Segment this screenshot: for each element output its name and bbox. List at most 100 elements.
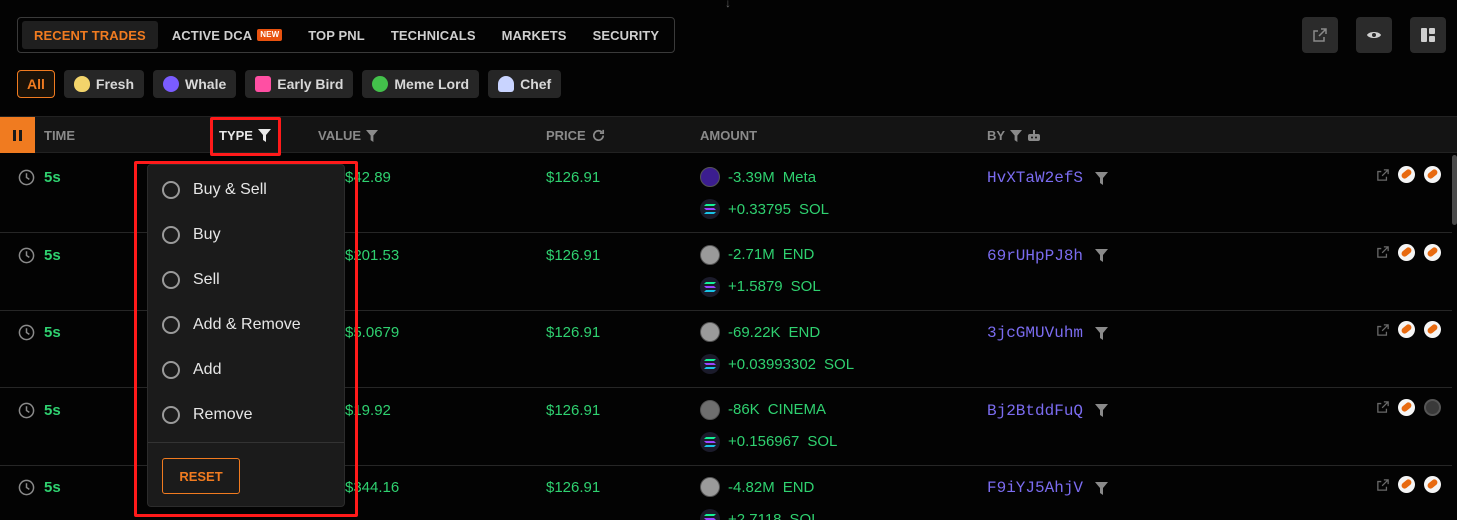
- table-header: TIME TYPE VALUE PRICE AMOUNT BY: [0, 116, 1457, 153]
- clock-icon: [18, 402, 35, 418]
- pill-icon[interactable]: [1398, 166, 1415, 183]
- tab-active-dca[interactable]: ACTIVE DCA NEW: [160, 21, 294, 49]
- layout-button[interactable]: [1410, 17, 1446, 53]
- filter-icon[interactable]: [257, 129, 271, 142]
- scrollbar[interactable]: [1452, 155, 1457, 225]
- whale-icon: [163, 76, 180, 92]
- radio-icon[interactable]: [162, 361, 180, 379]
- trade-price: $126.91: [546, 169, 601, 186]
- clock-icon: [18, 479, 35, 496]
- chip-meme-lord[interactable]: Meme Lord: [362, 70, 480, 98]
- tab-security[interactable]: SECURITY: [581, 21, 672, 49]
- radio-icon[interactable]: [162, 316, 180, 334]
- tab-bar: RECENT TRADES ACTIVE DCA NEW TOP PNL TECH…: [17, 17, 675, 53]
- filter-icon[interactable]: [1095, 249, 1109, 262]
- trade-value: $19.92: [345, 401, 391, 419]
- token-icon: [700, 322, 720, 342]
- chip-whale[interactable]: Whale: [153, 70, 237, 98]
- external-link-icon: [1313, 28, 1327, 42]
- solana-icon: [700, 509, 720, 520]
- radio-icon[interactable]: [162, 406, 180, 424]
- trader-address[interactable]: F9iYJ5AhjV: [987, 479, 1109, 497]
- bird-icon: [255, 76, 272, 92]
- filter-icon[interactable]: [1010, 129, 1023, 142]
- solana-icon: [700, 354, 720, 374]
- visibility-button[interactable]: [1356, 17, 1392, 53]
- pill-icon[interactable]: [1398, 321, 1415, 338]
- header-by[interactable]: BY: [987, 128, 1041, 143]
- trade-value: $42.89: [345, 169, 391, 186]
- radio-icon[interactable]: [162, 271, 180, 289]
- coin-icon[interactable]: [1424, 398, 1441, 416]
- token-amount: -86K CINEMA: [700, 399, 826, 420]
- tab-technicals[interactable]: TECHNICALS: [379, 21, 488, 49]
- header-type[interactable]: TYPE: [219, 128, 271, 143]
- pill-icon[interactable]: [1398, 398, 1415, 416]
- pause-icon: [13, 129, 16, 141]
- reset-button[interactable]: RESET: [162, 458, 240, 494]
- tab-top-pnl[interactable]: TOP PNL: [296, 21, 377, 49]
- token-icon: [700, 167, 720, 187]
- open-external-button[interactable]: [1302, 17, 1338, 53]
- external-link-icon[interactable]: [1377, 478, 1389, 491]
- tab-recent-trades[interactable]: RECENT TRADES: [22, 21, 158, 49]
- option-buy-and-sell[interactable]: Buy & Sell: [162, 181, 267, 199]
- pill-icon[interactable]: [1424, 243, 1441, 261]
- chip-fresh[interactable]: Fresh: [63, 70, 145, 98]
- option-remove[interactable]: Remove: [162, 406, 253, 424]
- bot-icon[interactable]: [1027, 129, 1041, 142]
- option-add[interactable]: Add: [162, 361, 221, 379]
- filter-icon[interactable]: [1095, 326, 1109, 340]
- filter-icon[interactable]: [1095, 171, 1109, 185]
- filter-icon[interactable]: [1095, 404, 1109, 417]
- chef-hat-icon: [498, 76, 515, 92]
- egg-icon: [73, 76, 90, 92]
- trader-address[interactable]: 69rUHpPJ8h: [987, 247, 1109, 265]
- row-actions: [1377, 476, 1441, 493]
- trade-time: 5s: [18, 169, 61, 186]
- type-filter-dropdown: Buy & Sell Buy Sell Add & Remove Add Rem…: [147, 164, 345, 507]
- trader-address[interactable]: 3jcGMUVuhm: [987, 324, 1109, 342]
- option-add-and-remove[interactable]: Add & Remove: [162, 316, 301, 334]
- solana-icon: [700, 431, 720, 452]
- chip-chef[interactable]: Chef: [488, 70, 562, 98]
- scroll-down-arrow-icon: ↓: [725, 0, 731, 10]
- trade-time: 5s: [18, 402, 61, 419]
- radio-icon[interactable]: [162, 226, 180, 244]
- pill-icon[interactable]: [1398, 243, 1415, 261]
- pill-icon[interactable]: [1424, 166, 1441, 183]
- external-link-icon[interactable]: [1377, 246, 1389, 258]
- row-actions: [1377, 321, 1441, 338]
- sol-amount: +0.03993302 SOL: [700, 354, 854, 374]
- sol-amount: +1.5879 SOL: [700, 276, 821, 297]
- pause-button[interactable]: [0, 117, 35, 153]
- trade-price: $126.91: [546, 246, 601, 264]
- external-link-icon[interactable]: [1377, 323, 1389, 336]
- external-link-icon[interactable]: [1377, 168, 1389, 181]
- pill-icon[interactable]: [1424, 321, 1441, 338]
- filter-icon[interactable]: [1095, 481, 1109, 495]
- tab-markets[interactable]: MARKETS: [490, 21, 579, 49]
- refresh-icon[interactable]: [591, 128, 606, 143]
- token-amount: -4.82M END: [700, 477, 814, 497]
- external-link-icon[interactable]: [1377, 401, 1389, 413]
- radio-icon[interactable]: [162, 181, 180, 199]
- layout-icon: [1421, 28, 1435, 42]
- trader-address[interactable]: HvXTaW2efS: [987, 169, 1109, 187]
- pill-icon[interactable]: [1424, 476, 1441, 493]
- trader-address[interactable]: Bj2BtddFuQ: [987, 402, 1109, 420]
- option-buy[interactable]: Buy: [162, 226, 221, 244]
- token-icon: [700, 244, 720, 265]
- token-amount: -3.39M Meta: [700, 167, 816, 187]
- header-price[interactable]: PRICE: [546, 128, 606, 143]
- token-icon: [700, 477, 720, 497]
- trade-value: $201.53: [345, 246, 400, 264]
- option-sell[interactable]: Sell: [162, 271, 220, 289]
- chip-early-bird[interactable]: Early Bird: [245, 70, 354, 98]
- trade-time: 5s: [18, 479, 61, 496]
- filter-icon[interactable]: [366, 129, 379, 142]
- header-value[interactable]: VALUE: [318, 128, 379, 143]
- pill-icon[interactable]: [1398, 476, 1415, 493]
- sol-amount: +0.156967 SOL: [700, 431, 837, 452]
- chip-all[interactable]: All: [17, 70, 55, 98]
